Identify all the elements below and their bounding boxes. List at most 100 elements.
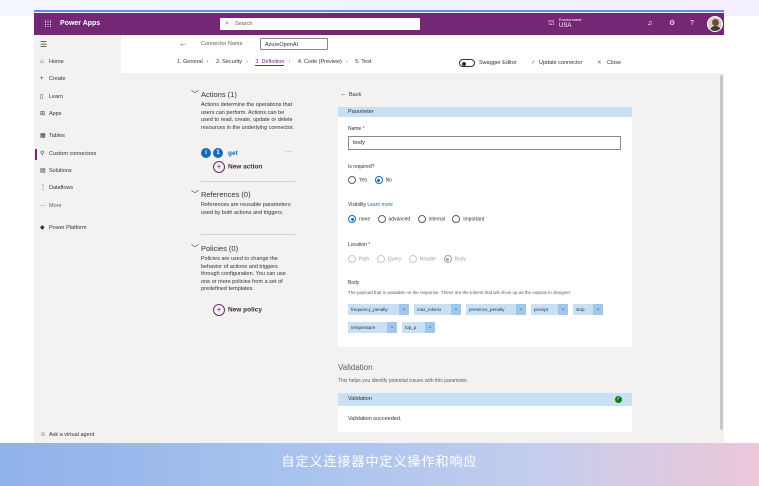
- swagger-editor-label: Swagger Editor: [479, 60, 517, 66]
- connector-name-label: Connector Name: [201, 41, 243, 47]
- learn-more-link[interactable]: Learn more: [367, 202, 393, 208]
- validation-title: Validation: [338, 363, 373, 372]
- hamburger-menu-icon[interactable]: ☰: [40, 39, 47, 51]
- chip-top-p[interactable]: top_p ⌄: [402, 322, 435, 333]
- sidebar-item-learn[interactable]: ▯ Learn: [40, 91, 63, 103]
- visibility-radio-group: none advanced internal important: [348, 215, 490, 223]
- avatar[interactable]: [707, 16, 723, 32]
- connector-icon: ⚲: [40, 151, 45, 157]
- chevron-down-icon[interactable]: ⌄: [399, 304, 409, 315]
- solutions-icon: ▤: [40, 168, 46, 174]
- plus-icon: +: [213, 304, 225, 316]
- name-input[interactable]: body: [348, 136, 621, 150]
- connector-name-input[interactable]: AzureOpenAI: [260, 38, 328, 50]
- location-query-radio[interactable]: Query: [376, 255, 401, 263]
- waffle-icon[interactable]: ⁞⁞⁞: [41, 17, 55, 31]
- step-security[interactable]: 2. Security: [216, 59, 242, 65]
- required-yes-radio[interactable]: Yes: [348, 176, 367, 184]
- sidebar-item-dataflows[interactable]: ⋮ Dataflows: [40, 182, 73, 194]
- step-general[interactable]: 1. General: [177, 59, 203, 65]
- visibility-none-radio[interactable]: none: [348, 215, 370, 223]
- top-bar: ⁞⁞⁞ Power Apps ⌕ Search ⛫ Environment US…: [34, 13, 724, 35]
- step-definition[interactable]: 3. Definition: [255, 59, 285, 66]
- chevron-right-icon: ›: [246, 59, 248, 65]
- sidebar-item-apps[interactable]: ⊞ Apps: [40, 108, 62, 120]
- references-description: References are reusable parameters used …: [201, 202, 291, 216]
- chevron-down-icon[interactable]: ⌄: [387, 322, 397, 333]
- location-path-radio[interactable]: Path: [348, 255, 369, 263]
- sidebar-item-solutions[interactable]: ▤ Solutions: [40, 165, 72, 177]
- update-connector-button[interactable]: Update connector: [539, 60, 582, 66]
- sidebar-item-home[interactable]: ⌂ Home: [40, 56, 64, 68]
- selected-indicator: [35, 149, 37, 160]
- references-header[interactable]: ﹀ References (0): [191, 189, 295, 200]
- settings-gear-icon[interactable]: ⚙: [669, 13, 675, 35]
- chip-frequency-penalty[interactable]: frequency_penalty ⌄: [348, 304, 409, 315]
- close-button[interactable]: Close: [607, 60, 621, 66]
- back-arrow-icon[interactable]: ←: [179, 39, 187, 48]
- close-icon[interactable]: ✕: [597, 60, 602, 66]
- help-icon[interactable]: ?: [690, 13, 694, 35]
- plus-icon: +: [213, 161, 225, 173]
- sidebar-item-tables[interactable]: ▦ Tables: [40, 130, 65, 142]
- chip-prompt[interactable]: prompt ⌄: [531, 304, 568, 315]
- search-box[interactable]: ⌕ Search: [220, 18, 420, 30]
- chip-max-tokens[interactable]: max_tokens ⌄: [414, 304, 461, 315]
- chevron-down-icon[interactable]: ⌄: [451, 304, 461, 315]
- frame-accent-line: [34, 10, 724, 12]
- policies-section: ﹀ Policies (0) Policies are used to chang…: [191, 243, 295, 294]
- body-label: Body: [348, 280, 360, 286]
- chevron-right-icon: ›: [345, 59, 348, 65]
- chevron-down-icon[interactable]: ⌄: [425, 322, 435, 333]
- scrollbar[interactable]: [719, 73, 724, 443]
- actions-header[interactable]: ﹀ Actions (1): [191, 89, 295, 100]
- sidebar-item-custom-connectors[interactable]: ⚲ Custom connectors: [40, 148, 96, 160]
- new-policy-button[interactable]: + New policy: [213, 304, 262, 316]
- chevron-down-icon: ﹀: [191, 244, 199, 253]
- chevron-right-icon: ›: [206, 59, 209, 65]
- references-section: ﹀ References (0) References are reusable …: [191, 189, 295, 217]
- new-action-button[interactable]: + New action: [213, 161, 262, 173]
- action-get-label[interactable]: get: [228, 150, 238, 157]
- sidebar: ☰ ⌂ Home + Create ▯ Learn ⊞ Apps ▦ Tables ⚲ Cu…: [34, 35, 121, 443]
- swagger-toggle[interactable]: [459, 59, 475, 67]
- chip-stop[interactable]: stop ⌄: [573, 304, 603, 315]
- sidebar-item-create[interactable]: + Create: [40, 73, 66, 85]
- required-no-radio[interactable]: No: [374, 176, 392, 184]
- step-test[interactable]: 5. Test: [355, 59, 371, 65]
- validation-description: This helps you identify potential issues…: [338, 378, 469, 384]
- validation-header: Validation ✓: [338, 393, 632, 406]
- chip-temperature[interactable]: temperature ⌄: [348, 322, 397, 333]
- virtual-agent-button[interactable]: ☺ Ask a virtual agent: [40, 429, 94, 441]
- action-get[interactable]: i 1 get ···: [201, 148, 292, 158]
- action-more-icon[interactable]: ···: [285, 148, 292, 155]
- environment-icon: ⛫: [548, 20, 555, 27]
- chip-presence-penalty[interactable]: presence_penalty ⌄: [466, 304, 526, 315]
- parameter-header: Parameter: [338, 107, 632, 117]
- sidebar-item-power-platform[interactable]: ◆ Power Platform: [40, 222, 87, 234]
- policies-header[interactable]: ﹀ Policies (0): [191, 243, 295, 254]
- visibility-internal-radio[interactable]: internal: [417, 215, 445, 223]
- dataflow-icon: ⋮: [40, 185, 46, 191]
- location-header-radio[interactable]: Header: [408, 255, 436, 263]
- home-icon: ⌂: [40, 59, 44, 65]
- chevron-down-icon[interactable]: ⌄: [593, 304, 603, 315]
- notification-icon[interactable]: ♫: [647, 13, 652, 35]
- app-name[interactable]: Power Apps: [60, 13, 100, 35]
- visibility-advanced-radio[interactable]: advanced: [377, 215, 410, 223]
- back-link[interactable]: ← Back: [340, 91, 361, 98]
- scrollbar-thumb[interactable]: [720, 75, 723, 430]
- environment-label: Environment: [559, 17, 582, 22]
- location-body-radio[interactable]: Body: [443, 255, 466, 263]
- wizard-steps: 1. General › 2. Security › 3. Definition › …: [177, 59, 375, 66]
- visibility-important-radio[interactable]: important: [452, 215, 484, 223]
- required-label: Is required?: [348, 164, 375, 170]
- info-icon: i: [201, 148, 211, 158]
- step-code[interactable]: 4. Code (Preview): [298, 59, 342, 65]
- command-bar: ← Connector Name AzureOpenAI 1. General ›…: [121, 35, 724, 74]
- divider: [201, 234, 295, 235]
- sidebar-item-more[interactable]: ··· More: [40, 200, 62, 212]
- chevron-down-icon[interactable]: ⌄: [516, 304, 526, 315]
- body-description: The payload that is available on the res…: [348, 290, 572, 295]
- chevron-down-icon[interactable]: ⌄: [558, 304, 568, 315]
